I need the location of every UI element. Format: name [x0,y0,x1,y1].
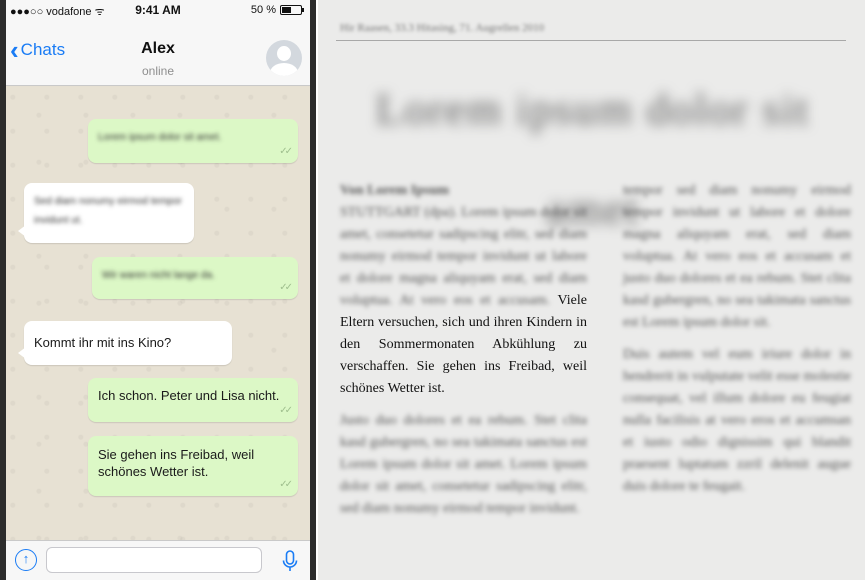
avatar-head [277,46,291,61]
contact-status: online [141,64,175,78]
upload-icon[interactable]: ↑ [15,549,37,571]
battery-fill [282,7,291,13]
composite-image: ●●●○○ vodafone ᯤ 9:41 AM 50 % ‹ Chats Al… [0,0,865,580]
article-body: Justo duo dolores et ea rebum. Stet clit… [340,413,587,516]
article-body: tempor sed diam nonumy eirmod tempor inv… [623,183,851,330]
chat-screen: ●●●○○ vodafone ᯤ 9:41 AM 50 % ‹ Chats Al… [6,0,310,580]
message-bubble-outgoing[interactable]: Sie gehen ins Freibad, weil schönes Wett… [88,436,298,496]
message-text: Ich schon. Peter und Lisa nicht. [98,388,280,403]
article-column-2: tempor sed diam nonumy eirmod tempor inv… [623,180,851,498]
read-receipt-icon: ✓✓ [279,146,293,157]
message-text: Sed diam nonumy eirmod tempor invidunt u… [34,196,182,226]
chat-header: ‹ Chats Alex online [6,20,310,86]
read-receipt-icon: ✓✓ [279,282,293,293]
newspaper-page: Hir Raasen, 33.3 Hitasing, 71. Augrellen… [318,0,865,580]
message-bubble-outgoing[interactable]: Ich schon. Peter und Lisa nicht. ✓✓ [88,378,298,422]
article-column-1: Von Lorem Ipsum STUTTGART (dpa). Lorem i… [340,180,587,520]
compose-bar: ↑ [6,540,310,580]
status-bar: ●●●○○ vodafone ᯤ 9:41 AM 50 % [6,0,310,20]
read-receipt-icon: ✓✓ [279,479,293,490]
message-input[interactable] [46,547,262,573]
microphone-icon[interactable] [278,549,302,573]
article-body: Duis autem vel eum iriure dolor in hendr… [623,347,851,494]
battery-status: 50 % [250,4,304,16]
message-bubble-incoming[interactable]: Kommt ihr mit ins Kino? [18,321,232,365]
contact-name[interactable]: Alex [6,40,310,58]
message-list: Lorem ipsum dolor sit amet. ✓✓ Sed diam … [6,87,310,540]
message-text: Sie gehen ins Freibad, weil schönes Wett… [98,447,255,479]
battery-percent: 50 % [250,4,276,16]
article-intro: STUTTGART (dpa). Lorem ipsum dolor sit a… [340,205,587,308]
message-bubble-incoming[interactable]: Sed diam nonumy eirmod tempor invidunt u… [18,183,194,243]
battery-icon [280,5,304,15]
message-text: Kommt ihr mit ins Kino? [34,335,172,350]
message-bubble-outgoing[interactable]: Lorem ipsum dolor sit amet. ✓✓ [88,119,298,163]
message-text: Wir waren nicht lange da. [102,270,215,281]
divider [336,40,846,41]
article-highlight: Viele Eltern versuchen, sich und ihren K… [340,293,587,396]
byline: Von Lorem Ipsum [340,183,449,198]
newspaper-dateline: Hir Raasen, 33.3 Hitasing, 71. Augrellen… [340,22,545,34]
avatar-body [270,63,298,76]
phone-frame: ●●●○○ vodafone ᯤ 9:41 AM 50 % ‹ Chats Al… [0,0,316,580]
newspaper-headline: Lorem ipsum dolor sit amet [375,85,811,234]
read-receipt-icon: ✓✓ [279,405,293,416]
message-text: Lorem ipsum dolor sit amet. [98,132,222,143]
message-bubble-outgoing[interactable]: Wir waren nicht lange da. ✓✓ [92,257,298,299]
avatar[interactable] [266,40,302,76]
